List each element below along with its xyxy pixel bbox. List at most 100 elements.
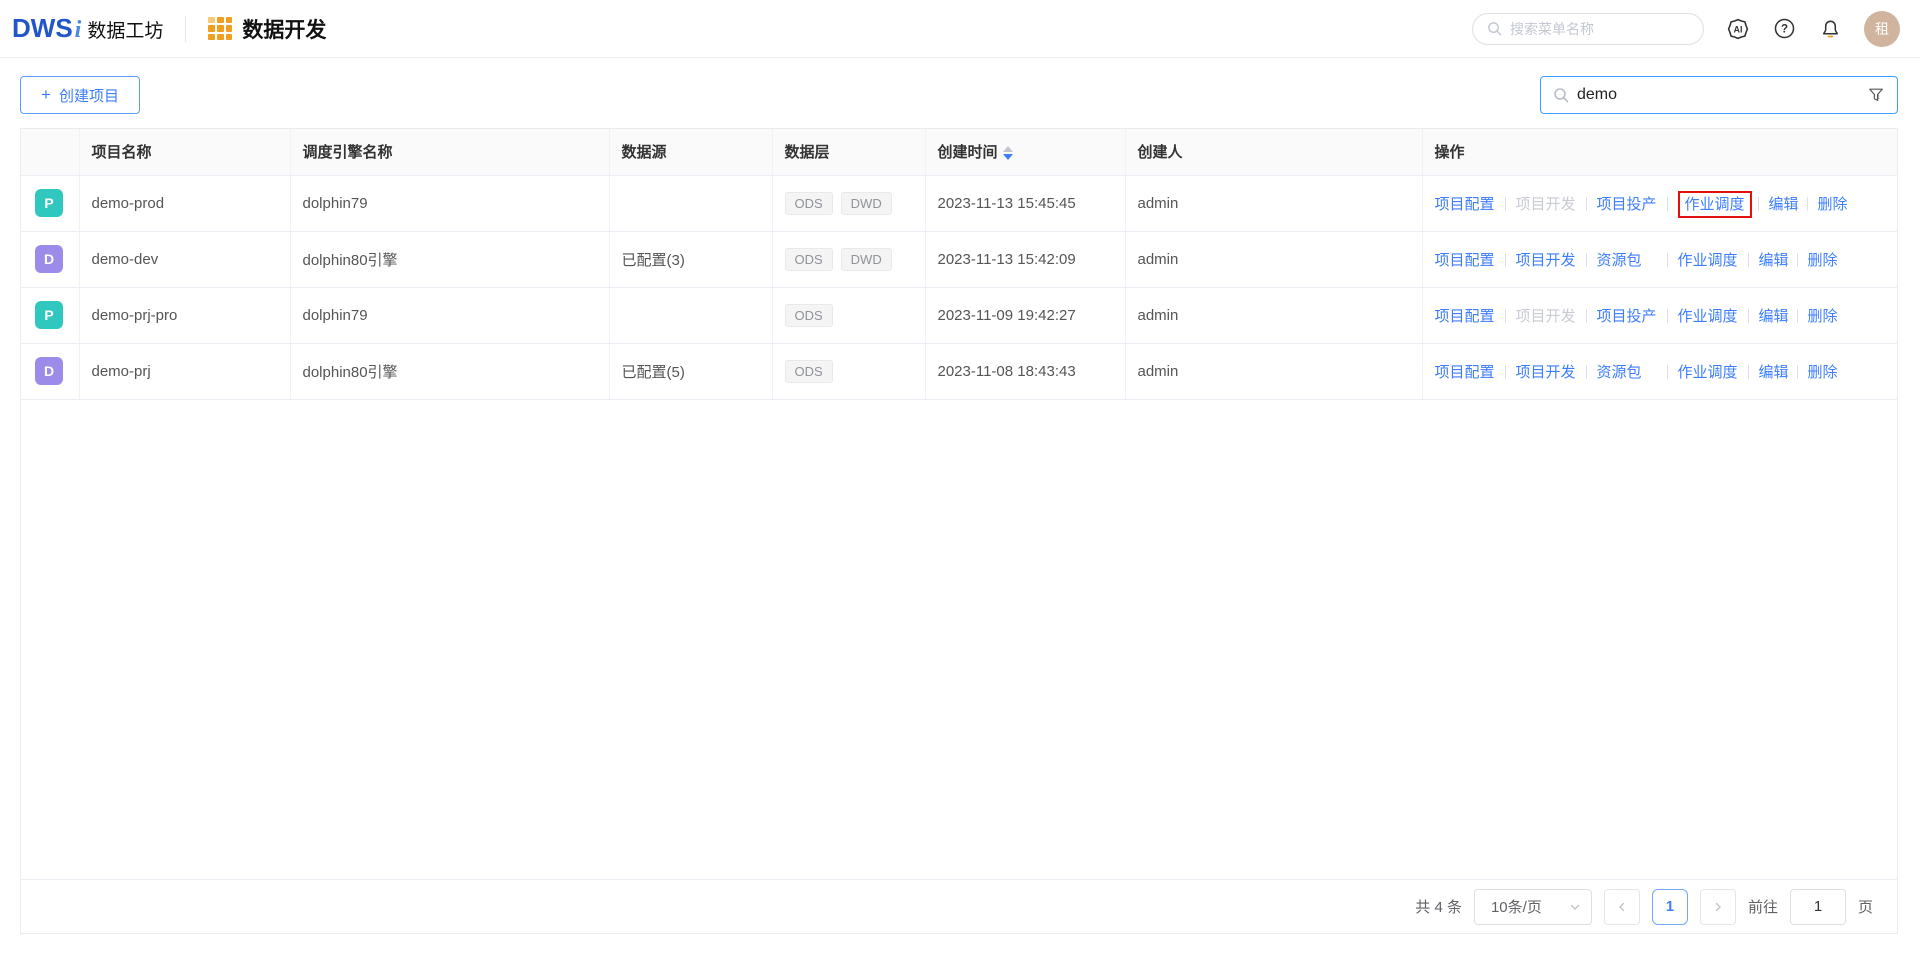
engine-name-cell: dolphin80引擎 <box>290 343 609 399</box>
creator-cell: admin <box>1125 231 1422 287</box>
action-project-config[interactable]: 项目配置 <box>1435 308 1495 325</box>
ai-assistant-icon[interactable]: AI <box>1726 17 1750 41</box>
action-separator <box>1667 197 1668 211</box>
datasource-cell <box>609 287 772 343</box>
datasource-cell: 已配置(5) <box>609 343 772 399</box>
prev-page-button[interactable] <box>1604 889 1640 925</box>
search-icon <box>1487 21 1502 36</box>
grid-menu-icon <box>208 17 232 41</box>
total-count-label: 共 4 条 <box>1415 896 1462 917</box>
sort-caret-icon[interactable] <box>1003 146 1013 160</box>
layer-tag: DWD <box>841 248 892 271</box>
layer-tag: ODS <box>785 360 833 383</box>
header-actions: 操作 <box>1422 129 1897 175</box>
logo-text-dws: DWS <box>12 13 73 44</box>
action-delete[interactable]: 删除 <box>1808 252 1838 269</box>
action-edit[interactable]: 编辑 <box>1769 196 1799 213</box>
top-navbar: DWS i 数据工坊 数据开发 AI ? <box>0 0 1920 58</box>
created-time-cell: 2023-11-13 15:45:45 <box>925 175 1125 231</box>
header-engine-name: 调度引擎名称 <box>290 129 609 175</box>
action-edit[interactable]: 编辑 <box>1759 364 1789 381</box>
action-separator <box>1797 309 1798 323</box>
action-separator <box>1797 365 1798 379</box>
action-separator <box>1748 253 1749 267</box>
action-separator <box>1586 309 1587 323</box>
action-delete[interactable]: 删除 <box>1808 364 1838 381</box>
actions-cell: 项目配置项目开发项目投产作业调度编辑删除 <box>1422 175 1897 231</box>
pagination-bar: 共 4 条 10条/页 1 前往 页 <box>21 879 1897 933</box>
action-delete[interactable]: 删除 <box>1808 308 1838 325</box>
action-job-schedule[interactable]: 作业调度 <box>1678 364 1738 381</box>
logo-text-i: i <box>75 17 82 44</box>
action-project-deploy[interactable]: 项目投产 <box>1597 196 1657 213</box>
action-project-config[interactable]: 项目配置 <box>1435 364 1495 381</box>
sort-desc-icon[interactable] <box>1003 154 1013 160</box>
header-icon-col <box>21 129 79 175</box>
action-job-schedule[interactable]: 作业调度 <box>1678 191 1752 218</box>
action-resource-package[interactable]: 资源包 <box>1597 364 1642 381</box>
action-separator <box>1758 197 1759 211</box>
project-name-cell: demo-prod <box>79 175 290 231</box>
layer-tag: ODS <box>785 192 833 215</box>
table-row: P demo-prod dolphin79 ODSDWD 2023-11-13 … <box>21 175 1897 231</box>
menu-search-input[interactable] <box>1510 21 1689 37</box>
help-icon[interactable]: ? <box>1772 17 1796 41</box>
actions-cell: 项目配置 项目开发 资源包 作业调度 编辑 删除 <box>1422 231 1897 287</box>
filter-funnel-icon[interactable] <box>1867 86 1885 104</box>
page-size-select[interactable]: 10条/页 <box>1474 889 1592 925</box>
project-name-cell: demo-prj <box>79 343 290 399</box>
logo-text-suffix: 数据工坊 <box>87 16 163 43</box>
table-header-row: 项目名称 调度引擎名称 数据源 数据层 创建时间 创建人 操作 <box>21 129 1897 175</box>
action-separator <box>1748 365 1749 379</box>
create-project-button[interactable]: + 创建项目 <box>20 76 140 114</box>
header-project-name: 项目名称 <box>79 129 290 175</box>
goto-page-input[interactable] <box>1790 889 1846 925</box>
project-name-cell: demo-prj-pro <box>79 287 290 343</box>
sort-asc-icon[interactable] <box>1003 146 1013 152</box>
create-project-label: 创建项目 <box>59 85 119 106</box>
action-separator <box>1505 309 1506 323</box>
data-layer-cell: ODSDWD <box>772 175 925 231</box>
page-suffix-label: 页 <box>1858 896 1873 917</box>
data-layer-cell: ODS DWD <box>772 231 925 287</box>
layer-tag: ODS <box>785 248 833 271</box>
action-separator <box>1586 197 1587 211</box>
action-project-dev[interactable]: 项目开发 <box>1516 364 1576 381</box>
datasource-cell <box>609 175 772 231</box>
user-avatar[interactable]: 租 <box>1864 11 1900 47</box>
action-separator <box>1505 365 1506 379</box>
plus-icon: + <box>41 85 51 105</box>
header-created-time: 创建时间 <box>925 129 1125 175</box>
module-menu[interactable]: 数据开发 <box>208 14 326 44</box>
header-data-layer: 数据层 <box>772 129 925 175</box>
action-project-config[interactable]: 项目配置 <box>1435 252 1495 269</box>
action-resource-package[interactable]: 资源包 <box>1597 252 1642 269</box>
notification-bell-icon[interactable] <box>1818 17 1842 41</box>
header-datasource: 数据源 <box>609 129 772 175</box>
created-time-cell: 2023-11-08 18:43:43 <box>925 343 1125 399</box>
menu-search-box[interactable] <box>1472 13 1704 45</box>
page-number-1[interactable]: 1 <box>1652 889 1688 925</box>
action-separator <box>1667 365 1668 379</box>
engine-name-cell: dolphin79 <box>290 175 609 231</box>
action-project-deploy[interactable]: 项目投产 <box>1597 308 1657 325</box>
svg-text:?: ? <box>1780 24 1787 36</box>
action-delete[interactable]: 删除 <box>1818 196 1848 213</box>
action-separator <box>1667 253 1668 267</box>
action-job-schedule[interactable]: 作业调度 <box>1678 308 1738 325</box>
creator-cell: admin <box>1125 343 1422 399</box>
action-edit[interactable]: 编辑 <box>1759 252 1789 269</box>
action-separator <box>1807 197 1808 211</box>
action-separator <box>1667 309 1668 323</box>
project-type-badge: P <box>35 189 63 217</box>
action-project-dev[interactable]: 项目开发 <box>1516 252 1576 269</box>
action-project-config[interactable]: 项目配置 <box>1435 196 1495 213</box>
table-row: D demo-dev dolphin80引擎 已配置(3) ODSDWD 202… <box>21 231 1897 287</box>
next-page-button[interactable] <box>1700 889 1736 925</box>
created-time-cell: 2023-11-09 19:42:27 <box>925 287 1125 343</box>
action-job-schedule[interactable]: 作业调度 <box>1678 252 1738 269</box>
table-body: P demo-prod dolphin79 ODS DWD 2023-11-13 … <box>21 175 1897 399</box>
action-separator <box>1797 253 1798 267</box>
project-filter-input[interactable] <box>1577 86 1859 104</box>
action-edit[interactable]: 编辑 <box>1759 308 1789 325</box>
